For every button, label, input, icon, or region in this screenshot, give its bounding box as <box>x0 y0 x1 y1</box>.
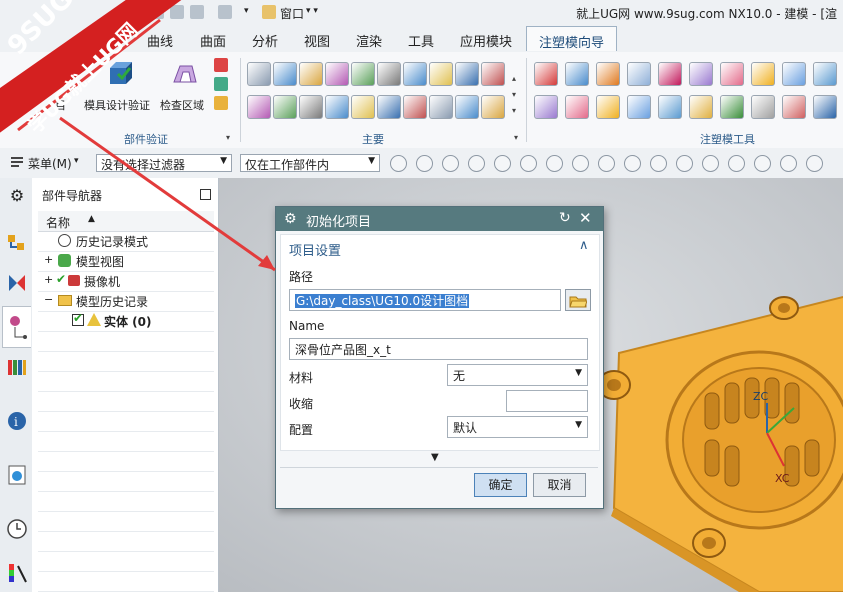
pointer-arrow <box>59 116 276 272</box>
annotation-overlay <box>0 0 276 272</box>
arrow-head-icon <box>258 255 275 270</box>
